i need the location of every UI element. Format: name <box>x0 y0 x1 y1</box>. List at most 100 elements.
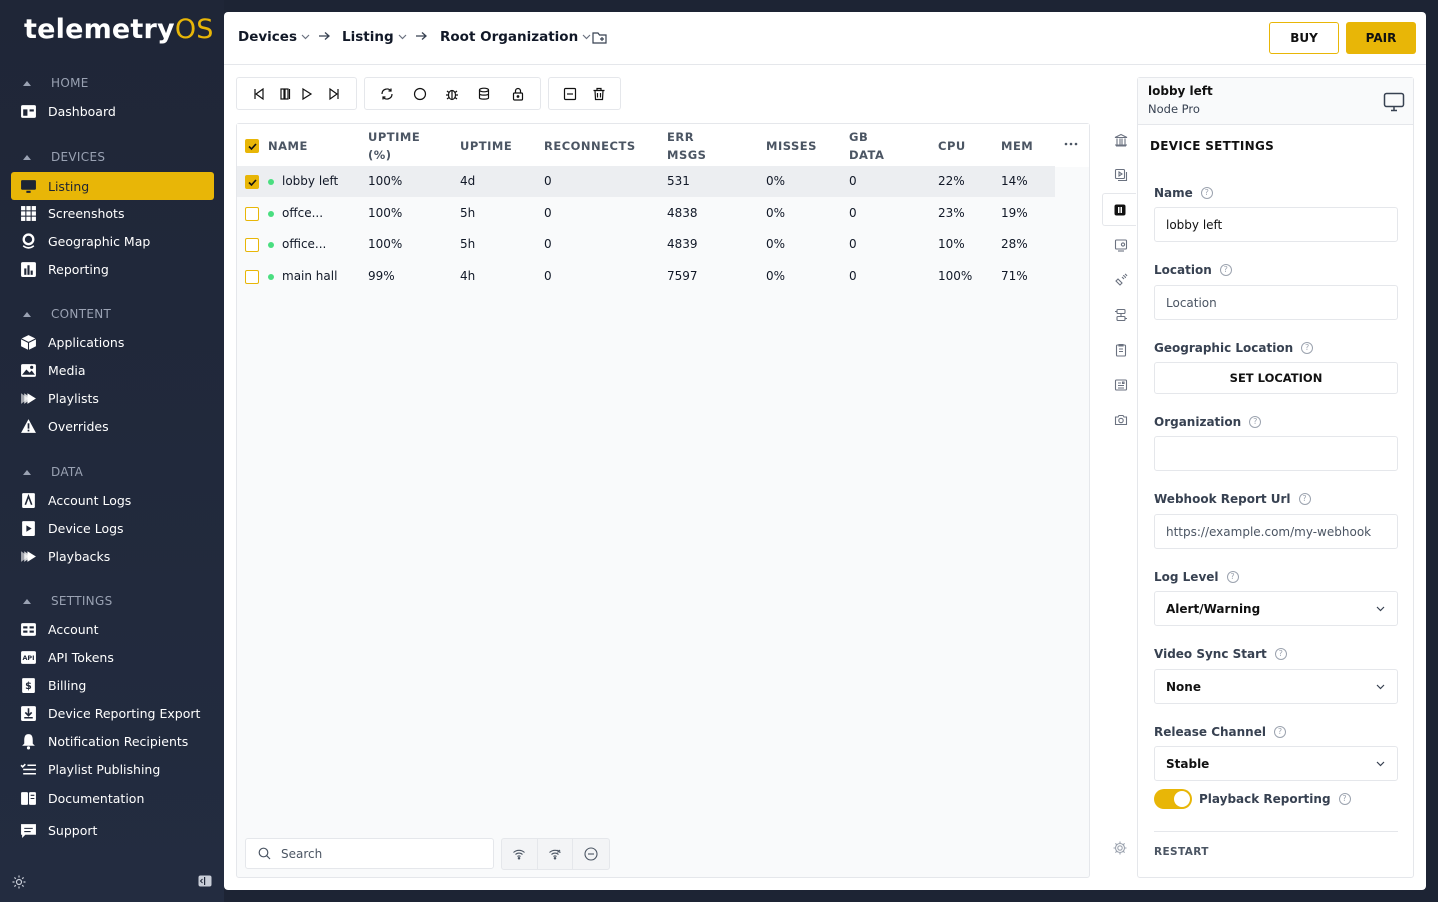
breadcrumb-root-organization[interactable]: Root Organization <box>440 29 591 45</box>
pair-button[interactable]: PAIR <box>1346 22 1416 54</box>
lock-button[interactable] <box>501 78 534 109</box>
sidebar-item-documentation[interactable]: Documentation <box>11 784 214 812</box>
table-row[interactable]: main hall 99% 4h 0 7597 0% 0 100% 71% <box>237 261 1055 292</box>
help-icon[interactable]: ? <box>1273 726 1286 738</box>
select-all-checkbox[interactable] <box>245 139 259 153</box>
sidebar-item-screenshots[interactable]: Screenshots <box>11 199 214 227</box>
location-input[interactable] <box>1166 295 1391 310</box>
sidebar-item-dashboard[interactable]: Dashboard <box>11 97 214 125</box>
report-tab[interactable] <box>1104 368 1138 401</box>
organization-field[interactable] <box>1154 436 1398 471</box>
name-input[interactable] <box>1166 217 1391 232</box>
webhook-field[interactable] <box>1154 514 1398 549</box>
network-tab[interactable] <box>1104 263 1138 296</box>
set-location-button[interactable]: SET LOCATION <box>1154 362 1398 394</box>
help-icon[interactable]: ? <box>1301 342 1314 354</box>
help-icon[interactable]: ? <box>1274 648 1287 660</box>
playlists-tab[interactable] <box>1104 158 1138 191</box>
sidebar-item-playbacks[interactable]: Playbacks <box>11 542 214 570</box>
logs-tab[interactable] <box>1104 333 1138 366</box>
sidebar-item-applications[interactable]: Applications <box>11 328 214 356</box>
filter-disabled-button[interactable] <box>573 839 609 869</box>
screenshot-tab[interactable] <box>1104 403 1138 436</box>
search-input[interactable] <box>281 846 481 861</box>
column-header-err-msgs[interactable]: ERR MSGS <box>667 128 717 164</box>
power-button[interactable] <box>404 78 437 109</box>
row-checkbox[interactable] <box>245 207 259 221</box>
release-channel-select[interactable]: Stable <box>1154 746 1398 781</box>
organization-tab[interactable] <box>1104 123 1138 156</box>
buy-button[interactable]: BUY <box>1269 22 1339 54</box>
folder-icon[interactable] <box>592 30 608 45</box>
help-icon[interactable]: ? <box>1338 793 1351 805</box>
help-icon[interactable]: ? <box>1298 493 1311 505</box>
help-icon[interactable]: ? <box>1219 264 1232 276</box>
row-checkbox[interactable] <box>245 175 259 189</box>
help-icon[interactable]: ? <box>1200 187 1213 199</box>
play-button[interactable] <box>297 78 318 109</box>
location-field[interactable] <box>1154 285 1398 320</box>
pause-button[interactable] <box>275 78 296 109</box>
sidebar-item-listing[interactable]: Listing <box>11 172 214 200</box>
table-row[interactable]: lobby left 100% 4d 0 531 0% 0 22% 14% <box>237 166 1055 197</box>
sidebar-item-support[interactable]: Support <box>11 816 214 844</box>
playback-reporting-toggle[interactable] <box>1154 789 1192 809</box>
section-home[interactable]: HOME <box>20 75 89 91</box>
brand-logo[interactable]: telemetryOS <box>24 14 214 45</box>
column-header-uptime-pct[interactable]: UPTIME (%) <box>368 128 428 164</box>
next-button[interactable] <box>318 78 350 109</box>
previous-button[interactable] <box>243 78 275 109</box>
sidebar-item-notification-recipients[interactable]: Notification Recipients <box>11 727 214 755</box>
clear-cache-button[interactable] <box>469 78 502 109</box>
sidebar-item-device-logs[interactable]: Device Logs <box>11 514 214 542</box>
sidebar-item-media[interactable]: Media <box>11 356 214 384</box>
log-level-select[interactable]: Alert/Warning <box>1154 591 1398 626</box>
section-data[interactable]: DATA <box>20 464 83 480</box>
sidebar-item-api-tokens[interactable]: API API Tokens <box>11 643 214 671</box>
section-content[interactable]: CONTENT <box>20 306 111 322</box>
breadcrumb-listing[interactable]: Listing <box>342 29 407 45</box>
video-sync-select[interactable]: None <box>1154 669 1398 704</box>
row-checkbox[interactable] <box>245 238 259 252</box>
sidebar-item-playlists[interactable]: Playlists <box>11 384 214 412</box>
debug-button[interactable] <box>436 78 469 109</box>
column-header-mem[interactable]: MEM <box>1001 137 1033 155</box>
table-row[interactable]: offce... 100% 5h 0 4838 0% 0 23% 19% <box>237 198 1055 229</box>
filter-online-button[interactable] <box>502 839 538 869</box>
sidebar-item-overrides[interactable]: Overrides <box>11 412 214 440</box>
settings-gear-icon[interactable] <box>1112 840 1128 856</box>
table-row[interactable]: office... 100% 5h 0 4839 0% 0 10% 28% <box>237 229 1055 260</box>
section-settings[interactable]: SETTINGS <box>20 593 112 609</box>
help-icon[interactable]: ? <box>1249 416 1262 428</box>
column-header-gb-data[interactable]: GB DATA <box>849 128 899 164</box>
help-icon[interactable]: ? <box>1226 571 1239 583</box>
sidebar-item-billing[interactable]: $ Billing <box>11 671 214 699</box>
column-header-cpu[interactable]: CPU <box>938 137 966 155</box>
sidebar-item-account-logs[interactable]: Account Logs <box>11 486 214 514</box>
column-header-reconnects[interactable]: RECONNECTS <box>544 137 636 155</box>
hardware-tab[interactable] <box>1104 298 1138 331</box>
theme-toggle-icon[interactable] <box>12 875 26 889</box>
delete-button[interactable] <box>585 78 615 109</box>
breadcrumb-devices[interactable]: Devices <box>238 29 310 45</box>
display-tab[interactable] <box>1104 228 1138 261</box>
unassign-button[interactable] <box>555 78 585 109</box>
sidebar-item-account[interactable]: Account <box>11 615 214 643</box>
refresh-button[interactable] <box>371 78 404 109</box>
column-header-name[interactable]: NAME <box>268 137 308 155</box>
search-box[interactable] <box>245 838 494 869</box>
device-settings-tab[interactable] <box>1102 193 1136 226</box>
name-field[interactable] <box>1154 207 1398 242</box>
more-options-icon[interactable] <box>1063 136 1079 152</box>
section-devices[interactable]: DEVICES <box>20 149 105 165</box>
row-checkbox[interactable] <box>245 270 259 284</box>
sidebar-item-device-reporting-export[interactable]: Device Reporting Export <box>11 699 214 727</box>
restart-button[interactable]: RESTART <box>1154 846 1209 858</box>
column-header-uptime[interactable]: UPTIME <box>460 137 512 155</box>
webhook-input[interactable] <box>1166 524 1391 539</box>
sidebar-collapse-icon[interactable] <box>198 875 212 887</box>
column-header-misses[interactable]: MISSES <box>766 137 817 155</box>
filter-offline-button[interactable] <box>538 839 574 869</box>
sidebar-item-playlist-publishing[interactable]: Playlist Publishing <box>11 755 214 783</box>
sidebar-item-geographic-map[interactable]: Geographic Map <box>11 227 214 255</box>
